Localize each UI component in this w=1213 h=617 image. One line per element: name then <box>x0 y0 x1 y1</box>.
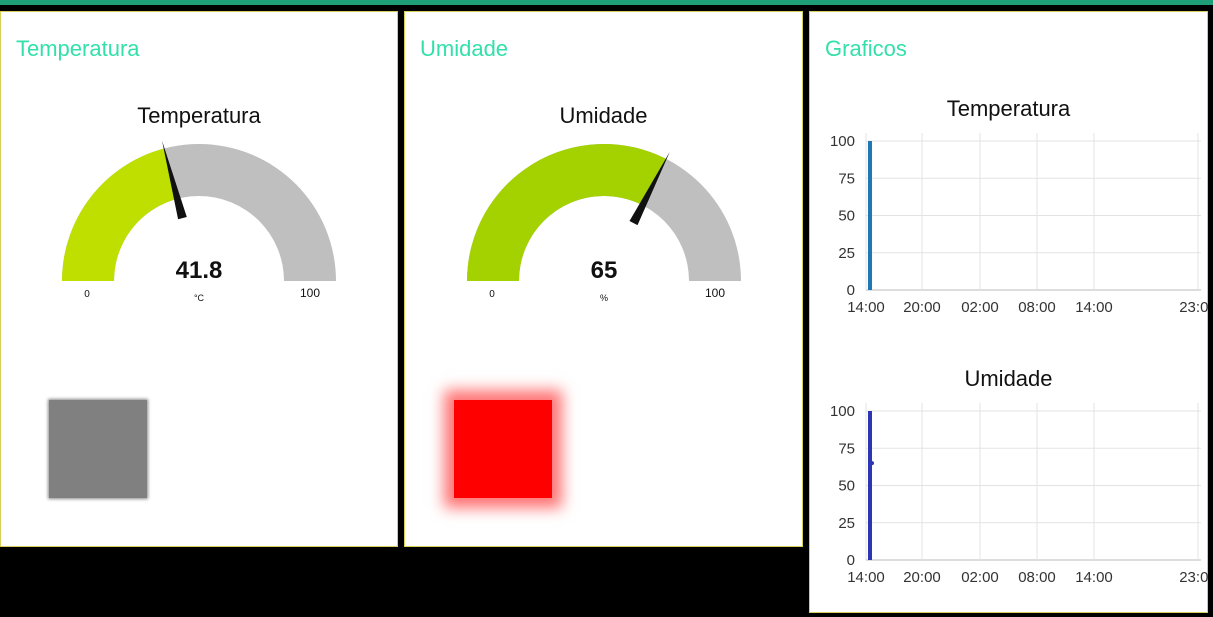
y-tick-label: 25 <box>838 245 855 262</box>
x-tick-label: 14:00 <box>847 299 885 316</box>
chart-title-temperatura: Temperatura <box>946 96 1071 121</box>
gauge-min: 0 <box>489 289 495 300</box>
y-tick-label: 75 <box>838 440 855 457</box>
y-tick-label: 25 <box>838 515 855 532</box>
group-temperatura: Temperatura Temperatura 41.8 °C 0 100 <box>0 11 398 547</box>
gauge-fill <box>62 148 178 281</box>
gauge-unit: °C <box>194 293 205 303</box>
x-tick-label: 14:00 <box>1075 569 1113 586</box>
gauge-max: 100 <box>300 286 320 300</box>
group-graficos: Graficos Temperatura 100 75 50 25 0 14:00 20:0… <box>809 11 1209 613</box>
x-tick-label: 20:00 <box>903 299 941 316</box>
y-tick-label: 75 <box>838 170 855 187</box>
led-umidade <box>454 400 552 498</box>
y-tick-label: 50 <box>838 478 855 495</box>
gauge-unit: % <box>600 293 608 303</box>
y-tick-label: 0 <box>847 552 855 569</box>
x-tick-label: 23:00 <box>1179 299 1209 316</box>
top-bar <box>0 0 1213 5</box>
gauge-value: 65 <box>591 257 618 284</box>
x-tick-label: 23:00 <box>1179 569 1209 586</box>
group-umidade: Umidade Umidade 65 % 0 100 <box>404 11 803 547</box>
x-tick-label: 20:00 <box>903 569 941 586</box>
x-tick-label: 02:00 <box>961 299 999 316</box>
y-tick-label: 0 <box>847 282 855 299</box>
led-temperatura <box>49 400 147 498</box>
chart-title-umidade: Umidade <box>964 366 1053 391</box>
gauge-min: 0 <box>84 289 90 300</box>
x-tick-label: 02:00 <box>961 569 999 586</box>
chart-umidade: 100755025014:0020:0002:0008:0014:0023:00 <box>830 403 1209 586</box>
x-tick-label: 14:00 <box>847 569 885 586</box>
x-tick-label: 08:00 <box>1018 299 1056 316</box>
y-tick-label: 50 <box>838 208 855 225</box>
group-title-graficos: Graficos <box>825 36 907 61</box>
x-tick-label: 14:00 <box>1075 299 1113 316</box>
y-tick-label: 100 <box>830 133 855 150</box>
gauge-value: 41.8 <box>176 257 223 284</box>
gauge-temperatura: 41.8 °C 0 100 <box>62 140 336 303</box>
gauge-max: 100 <box>705 286 725 300</box>
y-tick-label: 100 <box>830 403 855 420</box>
gauge-umidade: 65 % 0 100 <box>467 143 741 303</box>
x-tick-label: 08:00 <box>1018 569 1056 586</box>
chart-temperatura: 100755025014:0020:0002:0008:0014:0023:00 <box>830 133 1209 316</box>
series-point <box>870 461 874 466</box>
